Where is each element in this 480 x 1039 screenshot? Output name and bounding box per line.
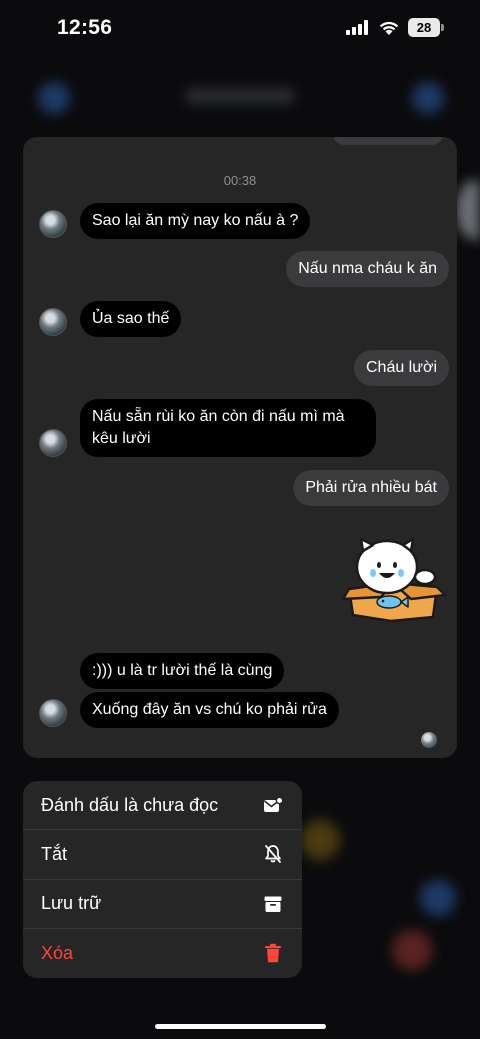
sender-avatar: [39, 429, 67, 457]
menu-item-label: Đánh dấu là chưa đọc: [41, 794, 219, 815]
bell-slash-icon: [262, 843, 284, 865]
battery-level: 28: [408, 18, 440, 37]
message-outgoing: Cháu lười: [353, 350, 449, 386]
message-incoming: Nấu sẵn rùi ko ăn còn đi nấu mì mà kêu l…: [80, 399, 376, 457]
message-outgoing: Phải rửa nhiều bát: [293, 470, 449, 506]
chat-preview-card[interactable]: 00:38 Sao lại ăn mỳ nay ko nấu à ? Nấu n…: [23, 137, 457, 758]
menu-item-delete[interactable]: Xóa: [23, 929, 302, 978]
trash-icon: [262, 942, 284, 964]
message-outgoing: Nấu nma cháu k ăn: [286, 251, 449, 287]
cat-in-box-sticker: [341, 537, 447, 623]
status-bar: 12:56 28: [0, 0, 480, 58]
menu-item-label: Tắt: [41, 843, 68, 864]
seen-avatar: [421, 732, 437, 748]
wifi-icon: [379, 21, 399, 35]
previous-message-peek: [333, 137, 443, 145]
status-icons: 28: [346, 18, 444, 37]
menu-item-label: Lưu trữ: [41, 893, 102, 914]
menu-item-archive[interactable]: Lưu trữ: [23, 880, 302, 929]
signal-icon: [346, 20, 368, 35]
menu-item-mute[interactable]: Tắt: [23, 830, 302, 880]
sender-avatar: [39, 210, 67, 238]
menu-item-label: Xóa: [41, 942, 74, 963]
mark-unread-icon: [262, 794, 284, 816]
home-indicator[interactable]: [155, 1024, 326, 1029]
message-incoming: Xuống đây ăn vs chú ko phải rửa: [80, 692, 339, 728]
battery-nub: [441, 24, 444, 31]
context-menu: Đánh dấu là chưa đọc Tắt Lưu trữ Xóa: [23, 781, 302, 978]
sender-avatar: [39, 699, 67, 727]
menu-item-mark-unread[interactable]: Đánh dấu là chưa đọc: [23, 781, 302, 831]
message-timestamp: 00:38: [223, 173, 257, 188]
battery-indicator: 28: [408, 18, 444, 37]
message-incoming: Ủa sao thế: [80, 301, 182, 337]
sender-avatar: [39, 308, 67, 336]
archive-icon: [262, 893, 284, 915]
status-time: 12:56: [57, 16, 113, 39]
message-incoming: :))) u là tr lười thế là cùng: [80, 653, 285, 689]
message-incoming: Sao lại ăn mỳ nay ko nấu à ?: [80, 203, 311, 239]
